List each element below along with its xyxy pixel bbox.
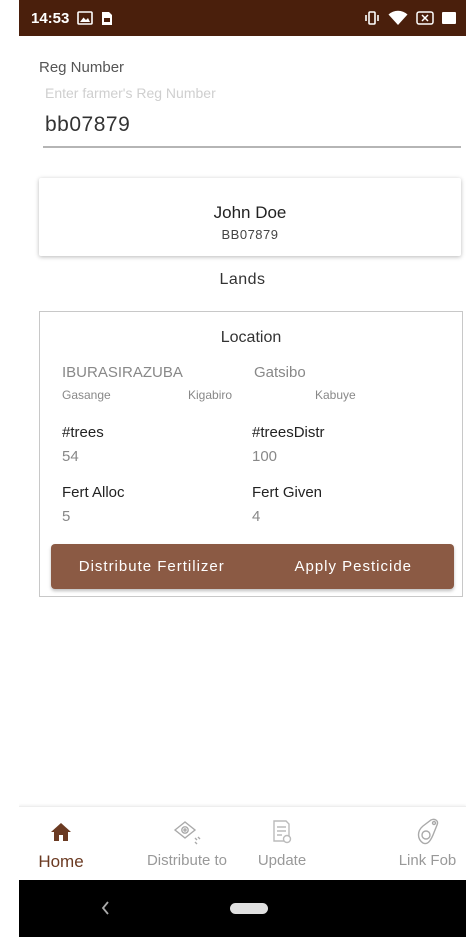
wifi-icon [388,10,408,26]
fert-given-label: Fert Given [252,484,323,501]
system-home-pill[interactable] [230,903,268,914]
lands-heading: Lands [219,271,266,288]
nav-home[interactable]: Home [31,807,91,881]
farmer-name: John Doe [213,203,287,222]
nav-link-fob[interactable]: Link Fob [389,807,466,881]
location-province: IBURASIRAZUBA [62,364,183,381]
no-sim-icon [416,11,434,25]
distribute-icon [171,817,203,847]
land-card: Location IBURASIRAZUBA Gatsibo Gasange K… [39,311,463,597]
location-village: Kabuye [315,388,356,402]
nav-link-fob-label: Link Fob [398,852,457,869]
app-screen: 14:53 Reg Number Enter farmer's Reg Numb… [19,0,466,937]
trees-value: 54 [62,448,79,465]
farmer-reg-number: BB07879 [221,227,279,242]
nav-home-label: Home [38,852,84,871]
land-action-buttons: Distribute Fertilizer Apply Pesticide [51,544,454,589]
fob-icon [415,817,441,847]
system-navigation-bar [19,880,466,937]
nav-distribute-to[interactable]: Distribute to [127,807,247,881]
reg-number-label: Reg Number [39,59,125,76]
back-icon[interactable] [99,898,111,923]
location-cell: Kigabiro [188,388,233,402]
notification-icon [101,11,113,26]
battery-icon [442,11,456,25]
fert-given-value: 4 [252,508,261,525]
home-icon [50,817,72,847]
farmer-card[interactable]: John Doe BB07879 [39,178,461,256]
apply-pesticide-button[interactable]: Apply Pesticide [253,544,455,589]
status-time: 14:53 [31,9,70,27]
location-title: Location [220,329,282,346]
fert-alloc-value: 5 [62,508,71,525]
location-sector: Gasange [62,388,111,402]
vibrate-icon [364,10,380,26]
trees-distr-label: #treesDistr [252,424,325,441]
nav-update-label: Update [257,852,307,869]
status-bar: 14:53 [19,0,466,36]
update-icon [271,817,293,847]
nav-update[interactable]: Update [247,807,317,881]
fert-alloc-label: Fert Alloc [62,484,125,501]
gallery-icon [77,11,94,25]
nav-distribute-label: Distribute to [146,852,228,869]
bottom-navigation: Home Distribute to Update Link Fob [19,806,466,881]
location-district: Gatsibo [254,364,306,381]
distribute-fertilizer-button[interactable]: Distribute Fertilizer [51,544,253,589]
reg-number-hint: Enter farmer's Reg Number [45,85,216,101]
reg-number-input[interactable] [43,110,461,148]
trees-distr-value: 100 [252,448,278,465]
trees-label: #trees [62,424,104,441]
